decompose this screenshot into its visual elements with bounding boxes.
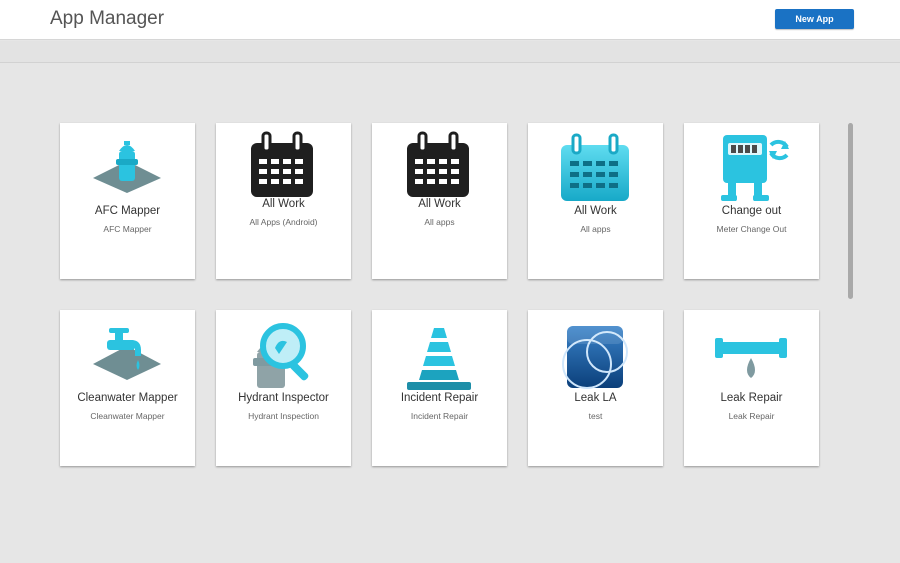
app-card-cleanwater-mapper[interactable]: Cleanwater Mapper Cleanwater Mapper xyxy=(60,310,195,466)
app-card-subtitle: All Apps (Android) xyxy=(249,217,318,227)
app-card-hydrant-inspector[interactable]: Hydrant Inspector Hydrant Inspection xyxy=(216,310,351,466)
app-card-title: Leak LA xyxy=(574,392,617,404)
app-card-all-work-android[interactable]: All Work All Apps (Android) xyxy=(216,123,351,279)
app-card-subtitle: test xyxy=(588,411,603,421)
scrollbar-thumb[interactable] xyxy=(848,123,853,299)
meter-change-icon xyxy=(711,131,791,207)
calendar-black-icon xyxy=(243,129,323,205)
new-app-button[interactable]: New App xyxy=(775,9,854,29)
app-card-subtitle: Leak Repair xyxy=(728,411,775,421)
app-card-leak-repair[interactable]: Leak Repair Leak Repair xyxy=(684,310,819,466)
hydrant-map-icon xyxy=(87,131,167,207)
app-card-subtitle: Hydrant Inspection xyxy=(248,411,319,421)
app-card-subtitle: All apps xyxy=(580,224,611,234)
app-card-title: Leak Repair xyxy=(720,392,783,404)
app-card-subtitle: All apps xyxy=(424,217,455,227)
app-card-title: All Work xyxy=(574,205,617,217)
app-card-incident-repair[interactable]: Incident Repair Incident Repair xyxy=(372,310,507,466)
toolbar-strip xyxy=(0,41,900,63)
app-card-title: Incident Repair xyxy=(400,392,479,404)
app-card-change-out[interactable]: Change out Meter Change Out xyxy=(684,123,819,279)
app-card-subtitle: Meter Change Out xyxy=(716,224,787,234)
app-card-subtitle: Incident Repair xyxy=(410,411,469,421)
app-card-title: AFC Mapper xyxy=(94,205,161,217)
blue-globe-icon xyxy=(555,318,635,394)
hydrant-magnifier-icon xyxy=(243,318,323,394)
app-card-afc-mapper[interactable]: AFC Mapper AFC Mapper xyxy=(60,123,195,279)
app-card-title: All Work xyxy=(418,198,461,210)
app-card-title: Cleanwater Mapper xyxy=(77,392,178,404)
app-card-title: All Work xyxy=(262,198,305,210)
app-card-leak-la[interactable]: Leak LA test xyxy=(528,310,663,466)
app-card-title: Change out xyxy=(721,205,782,217)
pipe-drip-icon xyxy=(711,318,791,394)
app-card-all-work[interactable]: All Work All apps xyxy=(372,123,507,279)
calendar-black-icon xyxy=(399,129,479,205)
app-card-subtitle: AFC Mapper xyxy=(103,224,152,234)
faucet-map-icon xyxy=(87,318,167,394)
calendar-cyan-icon xyxy=(555,131,635,207)
app-card-all-work-cyan[interactable]: All Work All apps xyxy=(528,123,663,279)
app-card-title: Hydrant Inspector xyxy=(238,392,329,404)
traffic-cone-icon xyxy=(399,318,479,394)
page-title: App Manager xyxy=(50,8,165,29)
app-header: App Manager New App xyxy=(0,0,900,40)
app-card-subtitle: Cleanwater Mapper xyxy=(90,411,165,421)
